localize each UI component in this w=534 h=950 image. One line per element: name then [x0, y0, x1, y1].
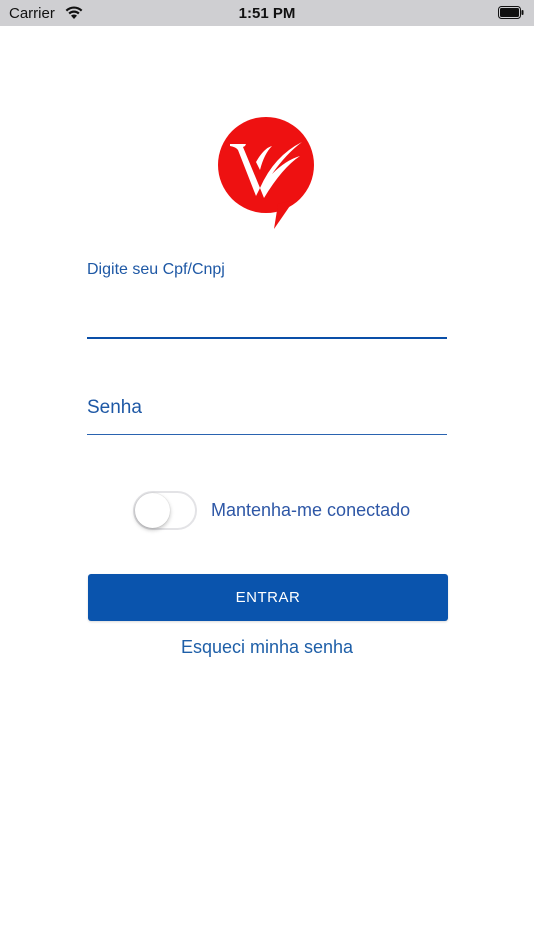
status-bar: Carrier 1:51 PM	[0, 0, 534, 26]
cpf-input[interactable]	[87, 337, 447, 339]
toggle-knob	[135, 493, 170, 528]
login-button[interactable]: ENTRAR	[88, 574, 448, 621]
remember-me-toggle[interactable]	[133, 491, 197, 530]
battery-icon	[498, 6, 524, 19]
cpf-label: Digite seu Cpf/Cnpj	[87, 261, 225, 278]
password-input[interactable]: Senha	[87, 397, 142, 419]
brand-v-logo-icon	[218, 117, 314, 229]
remember-me-label: Mantenha-me conectado	[211, 500, 411, 520]
status-time: 1:51 PM	[238, 5, 296, 22]
password-underline	[87, 434, 447, 435]
forgot-password-link[interactable]: Esqueci minha senha	[0, 637, 534, 658]
